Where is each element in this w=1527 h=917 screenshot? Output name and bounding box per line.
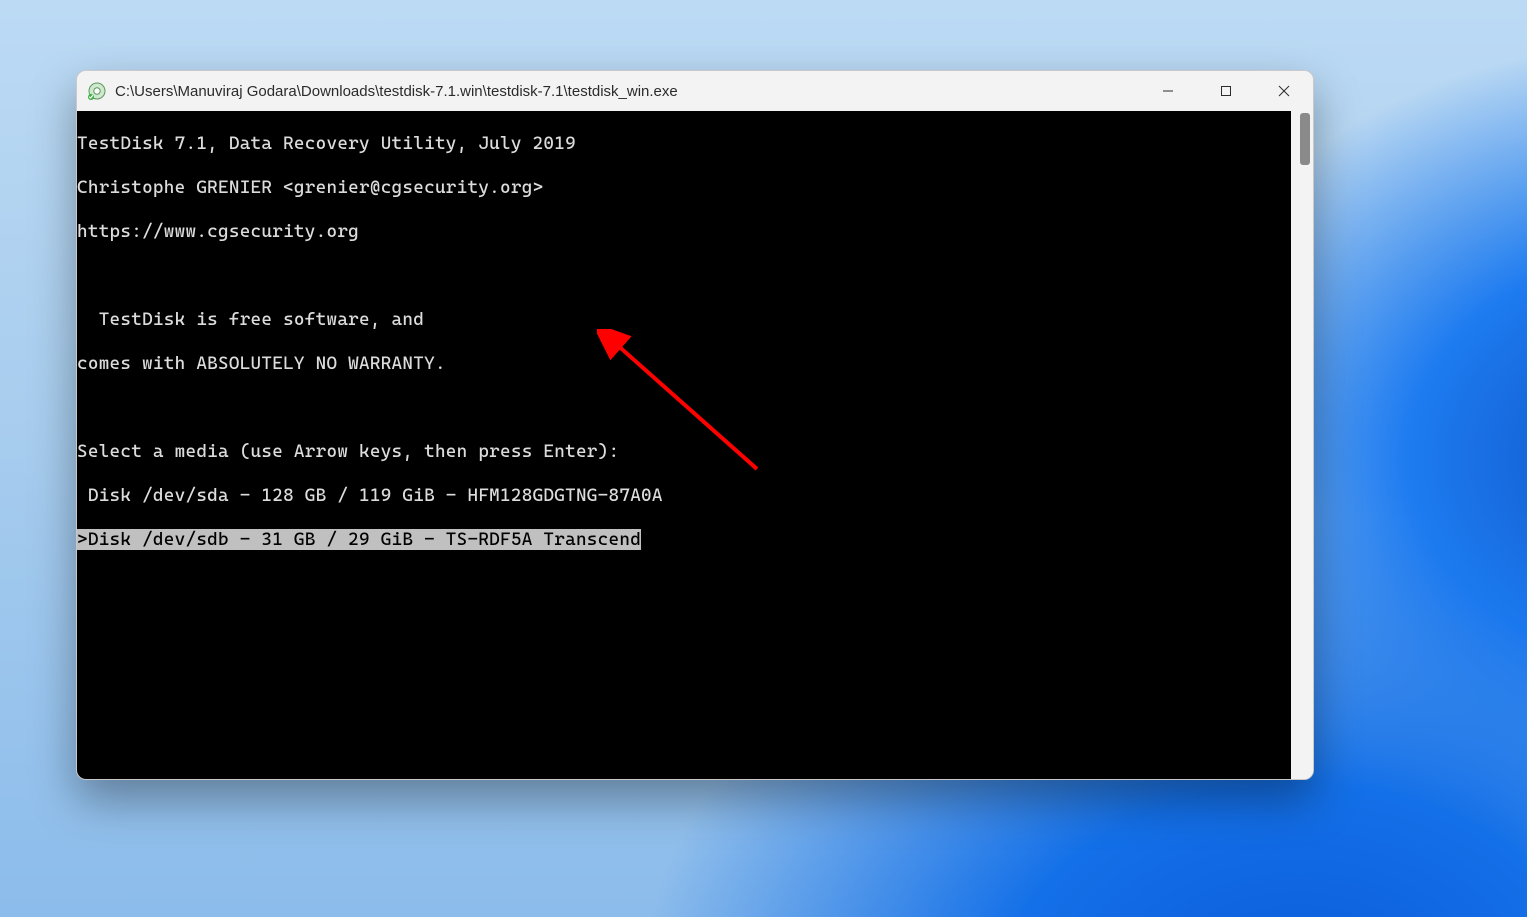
window-title: C:\Users\Manuviraj Godara\Downloads\test… [115, 83, 1139, 100]
console-output[interactable]: TestDisk 7.1, Data Recovery Utility, Jul… [77, 111, 1291, 779]
header-line: TestDisk 7.1, Data Recovery Utility, Jul… [77, 133, 1291, 155]
vertical-scrollbar[interactable] [1291, 111, 1313, 779]
blank-line [77, 705, 1291, 727]
select-prompt: Select a media (use Arrow keys, then pre… [77, 441, 1291, 463]
close-button[interactable] [1255, 71, 1313, 111]
app-window: C:\Users\Manuviraj Godara\Downloads\test… [76, 70, 1314, 780]
blank-line [77, 573, 1291, 595]
blank-line [77, 661, 1291, 683]
intro-line: TestDisk is free software, and [77, 309, 1291, 331]
blank-line [77, 617, 1291, 639]
blank-line [77, 749, 1291, 771]
disk-option-selected[interactable]: >Disk /dev/sdb - 31 GB / 29 GiB - TS-RDF… [77, 529, 1291, 551]
window-buttons [1139, 71, 1313, 111]
intro-line: comes with ABSOLUTELY NO WARRANTY. [77, 353, 1291, 375]
app-icon [87, 81, 107, 101]
titlebar[interactable]: C:\Users\Manuviraj Godara\Downloads\test… [77, 71, 1313, 112]
console-area: TestDisk 7.1, Data Recovery Utility, Jul… [77, 111, 1313, 779]
disk-option[interactable]: Disk /dev/sda - 128 GB / 119 GiB - HFM12… [77, 485, 1291, 507]
blank-line [77, 397, 1291, 419]
header-line: https://www.cgsecurity.org [77, 221, 1291, 243]
maximize-button[interactable] [1197, 71, 1255, 111]
minimize-button[interactable] [1139, 71, 1197, 111]
header-line: Christophe GRENIER <grenier@cgsecurity.o… [77, 177, 1291, 199]
blank-line [77, 265, 1291, 287]
scroll-thumb[interactable] [1300, 113, 1310, 165]
